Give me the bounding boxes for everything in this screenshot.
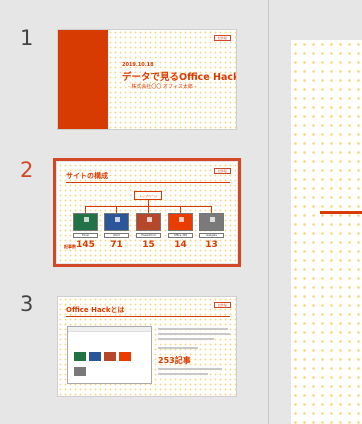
text-line xyxy=(158,368,222,370)
slide-thumbnail-3[interactable]: 社外秘 Office Hackとは 253記事 xyxy=(57,296,237,397)
slide-thumbnail-1[interactable]: 社外秘 2019.10.18 データで見るOffice Hack - 株式会社〇… xyxy=(57,29,237,130)
confidential-tag: 社外秘 xyxy=(213,302,231,308)
slide-number-3: 3 xyxy=(20,292,34,316)
powerpoint-icon xyxy=(147,217,152,222)
slide-number-2: 2 xyxy=(20,158,34,182)
office365-tile xyxy=(119,352,131,361)
text-line xyxy=(158,347,198,349)
powerpoint-tile xyxy=(104,352,116,361)
connector-line xyxy=(180,206,181,213)
title-accent-bar xyxy=(58,30,108,129)
site-label: Word xyxy=(104,233,129,238)
office365-icon xyxy=(179,217,184,222)
word-icon xyxy=(115,217,120,222)
confidential-tag: 社外秘 xyxy=(213,168,231,174)
title-underline xyxy=(66,182,230,183)
excel-tile xyxy=(74,352,86,361)
excel-icon xyxy=(84,217,89,222)
slide-title: Office Hackとは xyxy=(66,306,125,314)
current-slide-canvas[interactable] xyxy=(291,40,362,424)
text-line xyxy=(158,338,214,340)
website-screenshot-image xyxy=(67,326,152,384)
connector-line xyxy=(116,206,117,213)
site-label: Excel xyxy=(73,233,98,238)
connector-line xyxy=(211,206,212,213)
article-count: 71 xyxy=(110,240,123,250)
text-line xyxy=(158,333,230,335)
slide-title: サイトの構成 xyxy=(66,172,108,180)
slide-subtitle: - 株式会社〇〇 オフィス太郎 - xyxy=(128,84,197,90)
connector-line xyxy=(85,206,86,213)
article-count: 15 xyxy=(142,240,155,250)
powerpoint-card xyxy=(136,213,161,231)
current-slide-rule xyxy=(320,211,362,214)
text-line xyxy=(158,328,228,330)
excel-card xyxy=(73,213,98,231)
screenshot-topbar xyxy=(68,327,151,332)
slide-date: 2019.10.18 xyxy=(122,62,154,68)
office365-card xyxy=(168,213,193,231)
title-underline xyxy=(66,316,230,317)
gadgets-tile xyxy=(74,367,86,376)
gadgets-card xyxy=(199,213,224,231)
article-count: 145 xyxy=(76,240,95,250)
top-page-box: トップページ xyxy=(134,191,162,200)
article-total: 253記事 xyxy=(158,356,191,365)
site-label: PowerPoint xyxy=(136,233,161,238)
slide-thumbnail-pane[interactable]: 1 社外秘 2019.10.18 データで見るOffice Hack - 株式会… xyxy=(0,0,268,424)
slide-thumbnail-2[interactable]: 社外秘 サイトの構成 トップページ Excel Word PowerPoint … xyxy=(53,158,241,267)
article-count: 13 xyxy=(205,240,218,250)
word-tile xyxy=(89,352,101,361)
slide-number-1: 1 xyxy=(20,26,34,50)
word-card xyxy=(104,213,129,231)
slide-title: データで見るOffice Hack xyxy=(122,72,237,83)
article-count: 14 xyxy=(174,240,187,250)
connector-line xyxy=(148,206,149,213)
confidential-tag: 社外秘 xyxy=(213,35,231,41)
gadgets-icon xyxy=(210,217,215,222)
site-label: Office 365 xyxy=(168,233,193,238)
text-line xyxy=(158,373,208,375)
site-label: Gadgets xyxy=(199,233,224,238)
